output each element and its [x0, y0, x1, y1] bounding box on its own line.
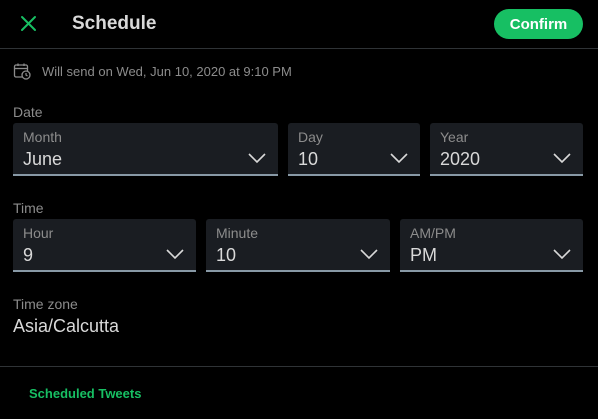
- calendar-clock-icon: [13, 63, 31, 80]
- hour-value: 9: [23, 245, 34, 265]
- confirm-button[interactable]: Confirm: [494, 9, 583, 39]
- ampm-value: PM: [410, 245, 437, 265]
- month-select[interactable]: Month June: [13, 123, 278, 176]
- footer-divider: [0, 366, 598, 367]
- timezone-label: Time zone: [13, 296, 78, 312]
- month-value: June: [23, 149, 63, 169]
- hour-label: Hour: [23, 225, 54, 241]
- chevron-down-icon: [553, 249, 571, 260]
- day-value: 10: [298, 149, 319, 169]
- close-button[interactable]: [17, 12, 41, 36]
- scheduled-tweets-link[interactable]: Scheduled Tweets: [29, 386, 141, 401]
- minute-value: 10: [216, 245, 237, 265]
- chevron-down-icon: [166, 249, 184, 260]
- page-title: Schedule: [72, 13, 157, 34]
- minute-label: Minute: [216, 225, 259, 241]
- date-section-label: Date: [13, 104, 43, 120]
- timezone-value: Asia/Calcutta: [13, 316, 120, 336]
- year-select[interactable]: Year 2020: [430, 123, 583, 176]
- time-section-label: Time: [13, 200, 44, 216]
- ampm-label: AM/PM: [410, 225, 456, 241]
- day-select[interactable]: Day 10: [288, 123, 420, 176]
- chevron-down-icon: [360, 249, 378, 260]
- schedule-header: Schedule Confirm: [0, 0, 598, 49]
- chevron-down-icon: [553, 153, 571, 164]
- minute-select[interactable]: Minute 10: [206, 219, 390, 272]
- ampm-select[interactable]: AM/PM PM: [400, 219, 583, 272]
- year-label: Year: [440, 129, 469, 145]
- year-value: 2020: [440, 149, 481, 169]
- chevron-down-icon: [248, 153, 266, 164]
- chevron-down-icon: [390, 153, 408, 164]
- will-send-text: Will send on Wed, Jun 10, 2020 at 9:10 P…: [42, 63, 292, 79]
- will-send-summary: Will send on Wed, Jun 10, 2020 at 9:10 P…: [13, 61, 292, 81]
- month-label: Month: [23, 129, 62, 145]
- hour-select[interactable]: Hour 9: [13, 219, 196, 272]
- close-icon: [21, 16, 36, 31]
- day-label: Day: [298, 129, 323, 145]
